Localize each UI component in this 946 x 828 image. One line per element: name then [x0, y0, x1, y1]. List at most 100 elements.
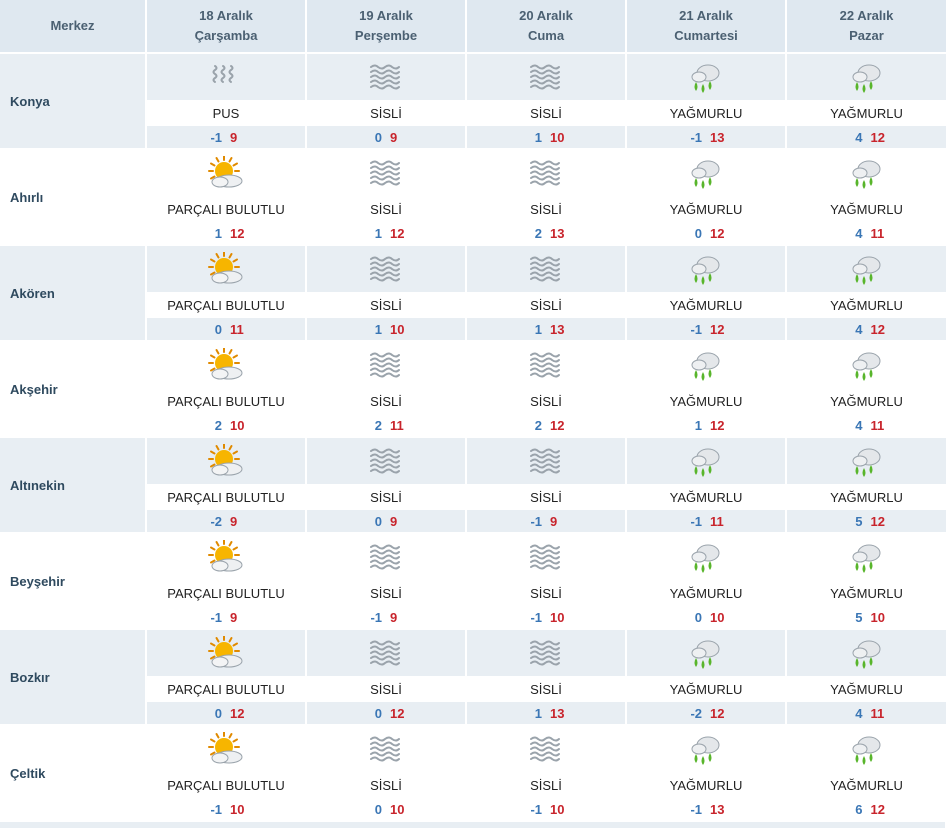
max-temperature: 9: [390, 609, 398, 625]
temperature-cell: 0 11: [146, 318, 307, 340]
day-date: 18 Aralık: [199, 8, 253, 23]
fog-icon: [306, 726, 467, 772]
weather-condition: YAĞMURLU: [830, 585, 903, 601]
max-temperature: 12: [710, 321, 725, 337]
city-name[interactable]: Altınekin: [0, 438, 147, 532]
temperature-cell: -1 13: [626, 126, 787, 148]
min-temperature: 2: [534, 417, 542, 433]
weather-condition-cell: SİSLİ: [306, 292, 467, 318]
city-icon-row: Çeltik: [0, 726, 946, 820]
fog-icon: [466, 726, 627, 772]
temperature-cell: 2 10: [146, 414, 307, 436]
weather-condition-cell: SİSLİ: [466, 484, 627, 510]
haze-icon: [146, 53, 307, 100]
temperature-cell: 2 12: [466, 414, 627, 436]
min-temperature: -1: [530, 801, 542, 817]
weather-condition: YAĞMURLU: [669, 585, 743, 601]
temperature-cell: -1 10: [146, 798, 307, 820]
temperature-cell: 1 12: [626, 414, 787, 436]
weather-condition: PARÇALI BULUTLU: [167, 681, 285, 697]
max-temperature: 12: [230, 225, 245, 241]
fog-icon: [466, 534, 627, 580]
weather-condition: SİSLİ: [370, 489, 402, 505]
weather-condition-cell: SİSLİ: [306, 772, 467, 798]
max-temperature: 10: [390, 801, 405, 817]
weather-condition: YAĞMURLU: [830, 489, 903, 505]
temperature-cell: -1 9: [466, 510, 627, 532]
temperature-cell: 1 10: [466, 126, 627, 148]
rain-icon: [786, 150, 946, 196]
weather-condition: YAĞMURLU: [669, 297, 743, 313]
min-temperature: -1: [530, 609, 542, 625]
min-temperature: 0: [374, 705, 382, 721]
temperature-cell: 0 12: [626, 222, 787, 244]
min-temperature: -1: [530, 513, 542, 529]
city-name[interactable]: Beyşehir: [0, 534, 147, 628]
max-temperature: 10: [550, 609, 565, 625]
max-temperature: 11: [710, 513, 724, 529]
temperature-cell: 2 11: [306, 414, 467, 436]
weather-condition-cell: YAĞMURLU: [786, 676, 946, 702]
fog-icon: [466, 246, 627, 292]
max-temperature: 10: [230, 801, 245, 817]
temperature-cell: 6 12: [786, 798, 946, 820]
weather-condition-cell: YAĞMURLU: [626, 100, 787, 126]
temperature-cell: 4 11: [786, 222, 946, 244]
city-name[interactable]: Çeltik: [0, 726, 147, 820]
min-temperature: 1: [694, 417, 702, 433]
rain-icon: [626, 630, 787, 676]
partly-cloudy-icon: [146, 342, 307, 388]
min-temperature: 2: [214, 417, 222, 433]
max-temperature: 10: [870, 609, 885, 625]
min-temperature: 1: [534, 321, 542, 337]
max-temperature: 12: [230, 705, 245, 721]
header-row: Merkez 18 Aralık Çarşamba 19 Aralık Perşem…: [0, 0, 946, 54]
rain-icon: [626, 246, 787, 292]
weather-condition-cell: SİSLİ: [306, 484, 467, 510]
weather-condition-cell: YAĞMURLU: [786, 100, 946, 126]
weather-condition-cell: YAĞMURLU: [786, 196, 946, 222]
day-date: 22 Aralık: [839, 8, 894, 23]
city-name[interactable]: Bozkır: [0, 630, 147, 724]
max-temperature: 11: [230, 321, 244, 337]
city-name[interactable]: Ahırlı: [0, 150, 147, 244]
max-temperature: 13: [710, 801, 725, 817]
min-temperature: 4: [855, 225, 863, 241]
partly-cloudy-icon: [146, 534, 307, 580]
min-temperature: 0: [214, 705, 222, 721]
city-name[interactable]: Konya: [0, 53, 147, 148]
weather-condition-cell: SİSLİ: [466, 676, 627, 702]
weather-condition-cell: SİSLİ: [466, 388, 627, 414]
max-temperature: 12: [710, 225, 725, 241]
fog-icon: [306, 438, 467, 484]
min-temperature: 5: [855, 513, 863, 529]
min-temperature: -2: [210, 513, 222, 529]
rain-icon: [786, 726, 946, 772]
max-temperature: 11: [870, 417, 885, 433]
weather-condition-cell: YAĞMURLU: [786, 388, 946, 414]
weather-condition: SİSLİ: [530, 585, 562, 601]
fog-icon: [466, 438, 627, 484]
weather-condition-cell: SİSLİ: [306, 196, 467, 222]
max-temperature: 10: [230, 417, 245, 433]
max-temperature: 13: [710, 129, 725, 145]
temperature-cell: 0 12: [146, 702, 307, 724]
city-name[interactable]: Akşehir: [0, 342, 147, 436]
max-temperature: 12: [870, 321, 885, 337]
rain-icon: [786, 246, 946, 292]
day-header: 21 Aralık Cumartesi: [626, 0, 787, 54]
center-column-header: Merkez: [0, 0, 147, 54]
temperature-cell: 1 12: [146, 222, 307, 244]
temperature-cell: 4 11: [786, 702, 946, 724]
partly-cloudy-icon: [146, 150, 307, 196]
weather-condition: YAĞMURLU: [830, 105, 903, 121]
temperature-cell: -1 10: [466, 798, 627, 820]
weather-condition: YAĞMURLU: [830, 201, 903, 217]
min-temperature: -1: [210, 609, 222, 625]
day-date: 21 Aralık: [679, 8, 733, 23]
city-name[interactable]: Akören: [0, 246, 147, 340]
weather-condition: YAĞMURLU: [669, 105, 743, 121]
min-temperature: 1: [534, 129, 542, 145]
max-temperature: 11: [870, 705, 885, 721]
temperature-cell: 1 12: [306, 222, 467, 244]
